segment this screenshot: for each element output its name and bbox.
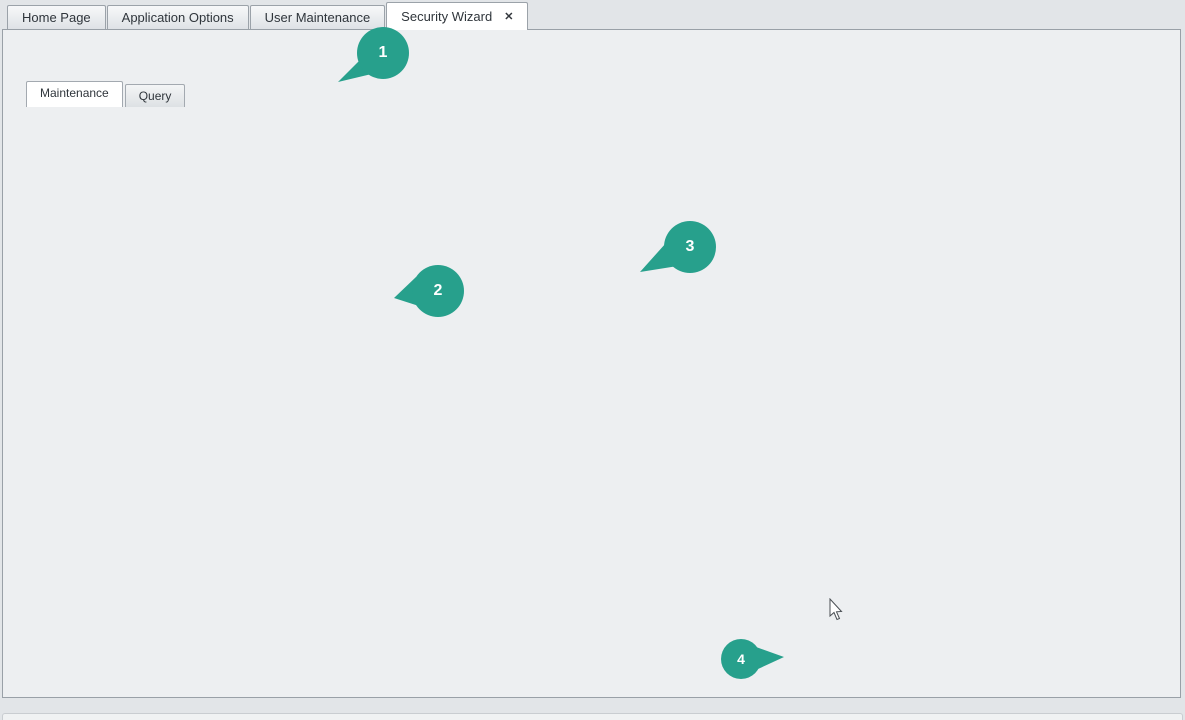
tab-label: Home Page — [22, 6, 91, 30]
mouse-cursor — [828, 598, 844, 622]
callout-3: 3 — [636, 219, 718, 277]
callout-number: 4 — [721, 639, 761, 679]
callout-number: 2 — [412, 265, 464, 317]
main-tab-bar: Home PageApplication OptionsUser Mainten… — [0, 0, 1185, 30]
tab-label: Security Wizard — [401, 5, 492, 29]
security-wizard-page — [2, 29, 1181, 698]
callout-number: 1 — [357, 27, 409, 79]
bottom-bar — [2, 713, 1183, 720]
callout-number: 3 — [664, 221, 716, 273]
tab-close-icon[interactable]: ✕ — [502, 5, 513, 29]
tab-label: Application Options — [122, 6, 234, 30]
callout-4: 4 — [718, 638, 786, 680]
tab-home-page[interactable]: Home Page — [7, 5, 106, 30]
tab-application-options[interactable]: Application Options — [107, 5, 249, 30]
subtab-query[interactable]: Query — [125, 84, 186, 107]
callout-1: 1 — [334, 24, 412, 86]
subtab-maintenance[interactable]: Maintenance — [26, 81, 123, 107]
sub-tab-bar: MaintenanceQuery — [26, 82, 187, 107]
callout-2: 2 — [390, 263, 468, 321]
